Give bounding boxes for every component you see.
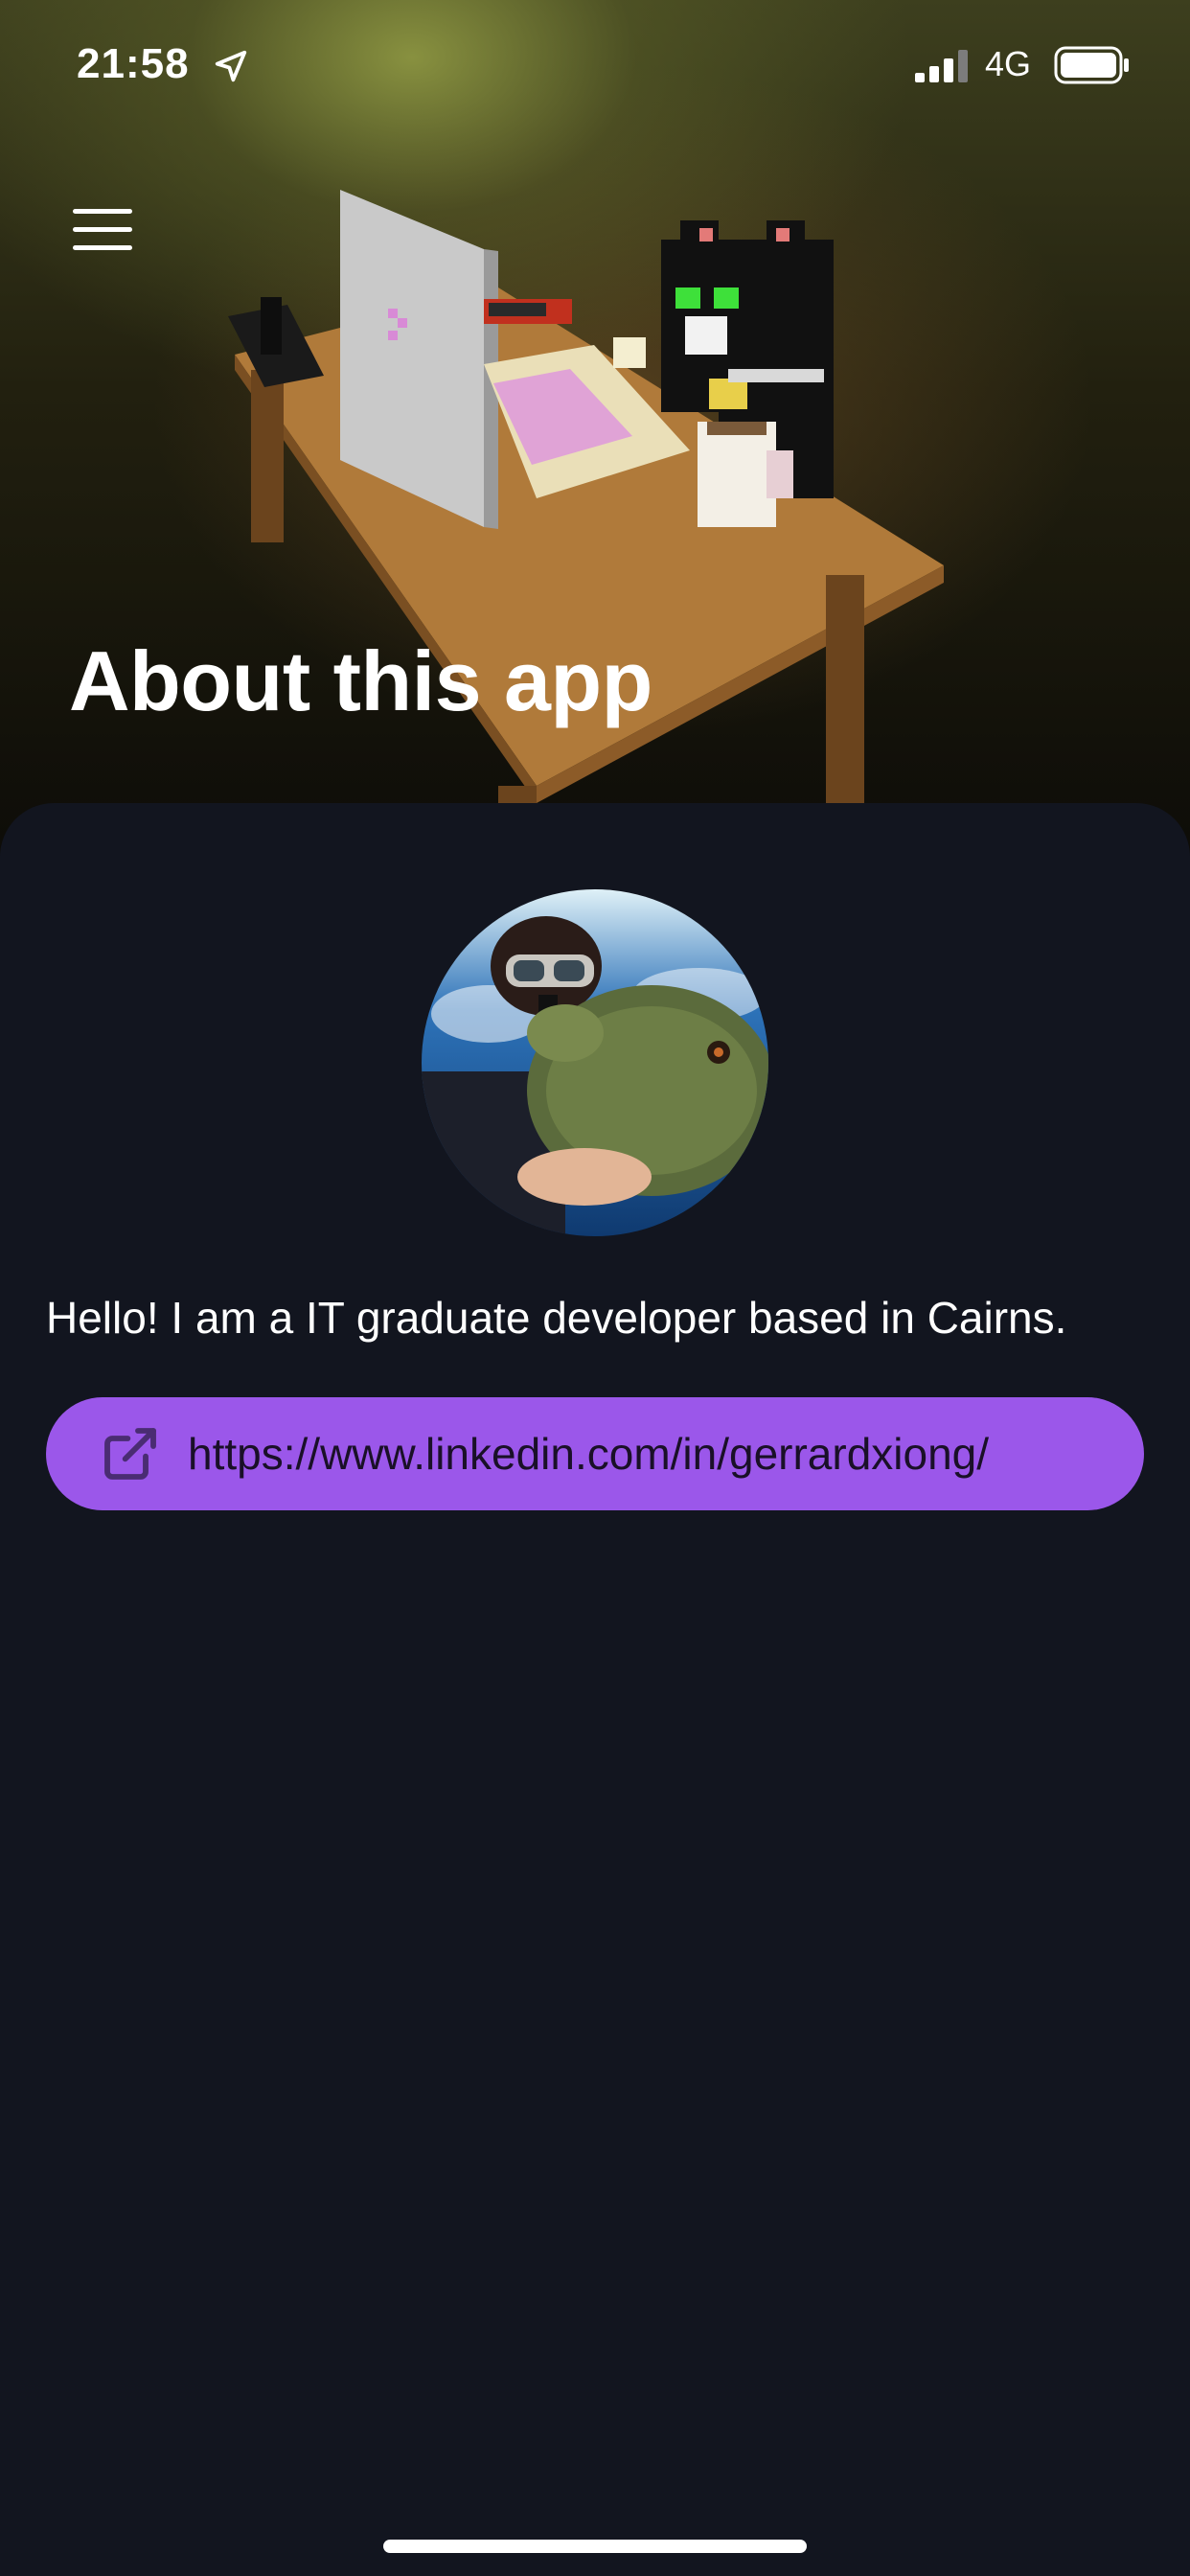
cellular-signal-icon [915, 50, 968, 82]
content-card: Hello! I am a IT graduate developer base… [0, 803, 1190, 2576]
home-indicator[interactable] [383, 2540, 807, 2553]
hero-banner: 21:58 4G About this app [0, 0, 1190, 862]
network-label: 4G [985, 44, 1032, 83]
battery-full-icon [1054, 46, 1129, 84]
status-bar: 21:58 4G [0, 0, 1190, 134]
about-screen: 21:58 4G About this app Hello! I am a IT… [0, 0, 1190, 2576]
avatar-photo [422, 889, 768, 1236]
external-link-icon [104, 1428, 156, 1480]
menu-button[interactable] [61, 192, 148, 268]
avatar [422, 889, 768, 1236]
bio-text: Hello! I am a IT graduate developer base… [46, 1293, 1067, 1343]
linkedin-link-button[interactable]: https://www.linkedin.com/in/gerrardxiong… [46, 1397, 1144, 1510]
status-time: 21:58 [77, 40, 190, 87]
location-arrow-icon [215, 50, 247, 82]
hamburger-menu-icon [73, 209, 132, 250]
link-url-label: https://www.linkedin.com/in/gerrardxiong… [188, 1429, 990, 1479]
page-title: About this app [69, 633, 652, 728]
